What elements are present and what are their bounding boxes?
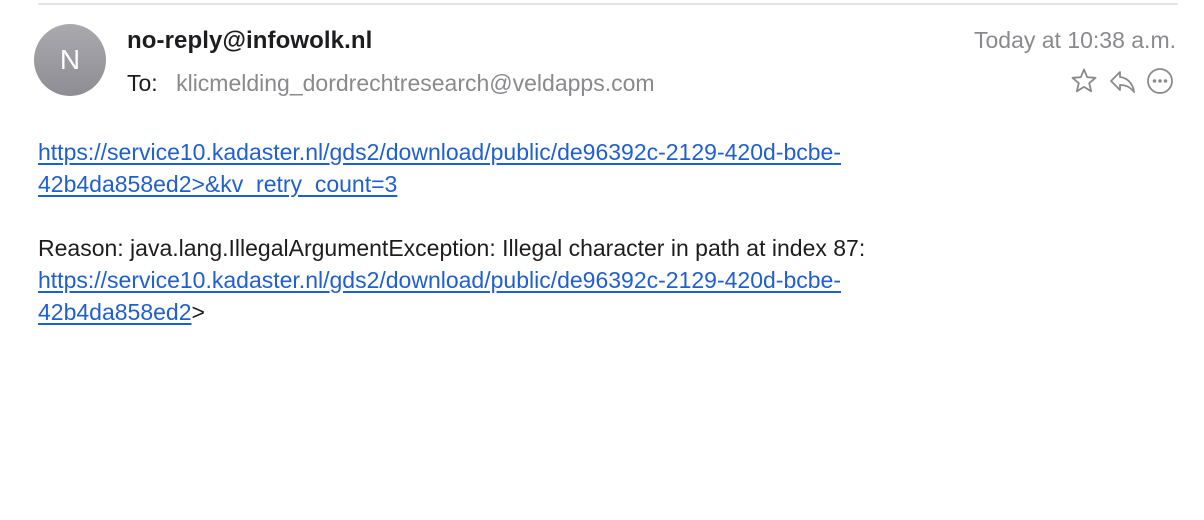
recipient-row: To: klicmelding_dordrechtresearch@veldap… [127,70,655,97]
message-body: https://service10.kadaster.nl/gds2/downl… [38,136,1048,328]
error-link-line-2-row: 42b4da858ed2> [38,296,1048,328]
error-link-line-1[interactable]: https://service10.kadaster.nl/gds2/downl… [38,264,1048,296]
download-link-line-1[interactable]: https://service10.kadaster.nl/gds2/downl… [38,136,1048,168]
error-reason-text: Reason: java.lang.IllegalArgumentExcepti… [38,235,866,261]
sender-address[interactable]: no-reply@infowolk.nl [127,27,372,55]
message-timestamp: Today at 10:38 a.m. [973,27,1176,53]
email-viewer: N no-reply@infowolk.nl To: klicmelding_d… [0,0,1204,520]
avatar[interactable]: N [34,24,106,96]
error-link-line-2[interactable]: 42b4da858ed2 [38,299,192,325]
download-link-line-2[interactable]: 42b4da858ed2>&kv_retry_count=3 [38,168,1048,200]
recipient-address[interactable]: klicmelding_dordrechtresearch@veldapps.c… [176,70,654,96]
reply-icon [1110,71,1135,93]
star-icon [1071,68,1097,93]
error-link-suffix: > [191,299,205,325]
flag-button[interactable] [1068,66,1100,96]
more-button[interactable] [1144,66,1176,96]
reply-button[interactable] [1106,66,1138,96]
to-label: To: [127,70,158,96]
message-actions [1068,66,1176,96]
avatar-initial: N [59,44,81,75]
more-icon [1147,68,1173,94]
top-divider [38,3,1178,5]
